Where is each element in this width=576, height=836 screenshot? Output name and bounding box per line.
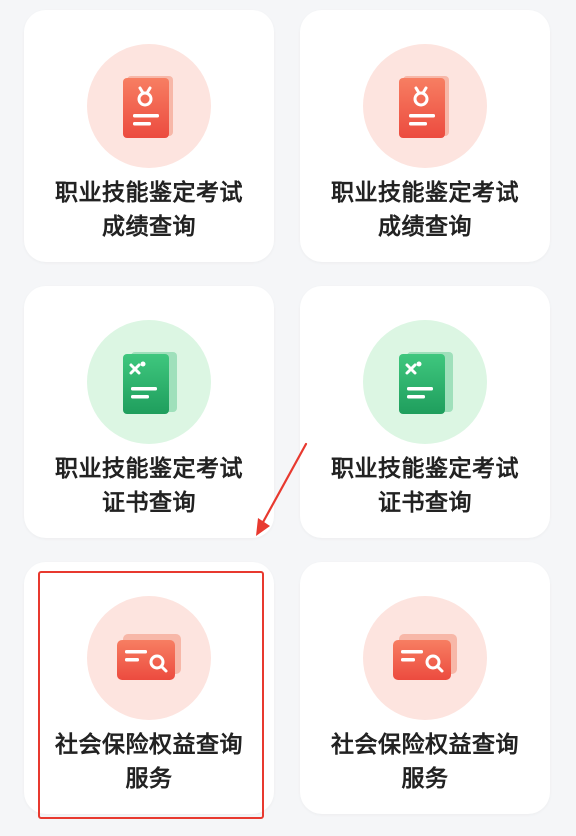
card-label: 社会保险权益查询 服务 [300, 728, 550, 796]
card-search-icon [363, 596, 487, 720]
card-label-line1: 职业技能鉴定考试 [331, 180, 519, 206]
card-label-line1: 职业技能鉴定考试 [55, 456, 243, 482]
card-label: 职业技能鉴定考试 证书查询 [24, 452, 274, 520]
card-exam-score-left[interactable]: 职业技能鉴定考试 成绩查询 [24, 10, 274, 262]
card-label-line2: 服务 [125, 766, 173, 792]
card-label: 职业技能鉴定考试 证书查询 [300, 452, 550, 520]
card-social-insurance-left[interactable]: 社会保险权益查询 服务 [24, 562, 274, 814]
card-label: 社会保险权益查询 服务 [24, 728, 274, 796]
card-exam-certificate-right[interactable]: 职业技能鉴定考试 证书查询 [300, 286, 550, 538]
card-label-line2: 证书查询 [102, 490, 196, 516]
card-exam-score-right[interactable]: 职业技能鉴定考试 成绩查询 [300, 10, 550, 262]
card-label-line2: 成绩查询 [102, 214, 196, 240]
card-search-icon [87, 596, 211, 720]
card-label-line1: 职业技能鉴定考试 [55, 180, 243, 206]
certificate-medal-icon [363, 44, 487, 168]
card-label-line1: 社会保险权益查询 [55, 732, 243, 758]
certificate-check-icon [363, 320, 487, 444]
card-label-line2: 服务 [401, 766, 449, 792]
card-label: 职业技能鉴定考试 成绩查询 [24, 176, 274, 244]
certificate-medal-icon [87, 44, 211, 168]
card-label: 职业技能鉴定考试 成绩查询 [300, 176, 550, 244]
card-label-line1: 职业技能鉴定考试 [331, 456, 519, 482]
card-label-line2: 证书查询 [378, 490, 472, 516]
certificate-check-icon [87, 320, 211, 444]
card-exam-certificate-left[interactable]: 职业技能鉴定考试 证书查询 [24, 286, 274, 538]
service-grid: 职业技能鉴定考试 成绩查询 职业技能鉴定考试 成绩查询 职业技能鉴定考试 证书查… [0, 0, 576, 836]
card-label-line2: 成绩查询 [378, 214, 472, 240]
card-social-insurance-right[interactable]: 社会保险权益查询 服务 [300, 562, 550, 814]
card-label-line1: 社会保险权益查询 [331, 732, 519, 758]
